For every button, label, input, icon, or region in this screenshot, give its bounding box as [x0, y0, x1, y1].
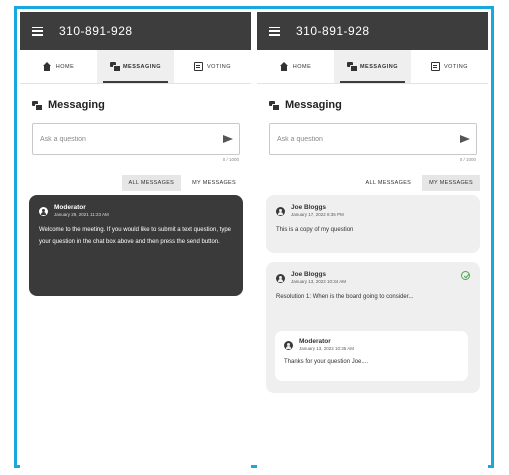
section-title-text: Messaging	[48, 99, 105, 111]
message-card: Joe Bloggs January 17, 2022 8:35 PM This…	[266, 195, 480, 253]
left-phone-screen: 310-891-928 HOME MESSAGING VOTING Messag…	[20, 12, 251, 470]
tab-home[interactable]: HOME	[257, 50, 334, 83]
section-title: Messaging	[257, 84, 488, 114]
reply-author: Moderator	[299, 338, 331, 345]
ask-question-input[interactable]	[40, 135, 210, 143]
character-counter: 0 / 1000	[459, 157, 476, 162]
message-text: Resolution 1: When is the board going to…	[276, 294, 414, 300]
reply-header: Moderator January 13, 2022 10:35 AM	[284, 338, 459, 352]
phone-number: 310-891-928	[59, 24, 133, 38]
message-date: January 29, 2021 11:23 AM	[54, 212, 109, 217]
tab-home-label: HOME	[55, 63, 75, 70]
messaging-icon	[269, 100, 280, 111]
voting-icon	[430, 62, 440, 71]
message-header: Joe Bloggs January 17, 2022 8:35 PM	[276, 204, 470, 218]
hamburger-menu-icon[interactable]	[32, 26, 43, 36]
top-bar: 310-891-928	[257, 12, 488, 50]
reply-text: Thanks for your question Joe....	[284, 359, 369, 365]
ask-question-box	[269, 123, 477, 155]
message-filters: ALL MESSAGES MY MESSAGES	[257, 175, 488, 191]
nav-tabs: HOME MESSAGING VOTING	[257, 50, 488, 84]
answered-check-icon	[461, 271, 470, 280]
user-avatar-icon	[39, 207, 48, 216]
home-icon	[42, 62, 52, 71]
moderator-avatar-icon	[284, 341, 293, 350]
message-author: Moderator	[54, 204, 86, 211]
send-icon[interactable]	[223, 134, 233, 144]
tab-home[interactable]: HOME	[20, 50, 97, 83]
message-date: January 13, 2022 10:34 AM	[291, 279, 347, 284]
tab-home-label: HOME	[292, 63, 312, 70]
messaging-icon	[32, 100, 43, 111]
right-phone-screen: 310-891-928 HOME MESSAGING VOTING Messag…	[257, 12, 488, 470]
screenshot-frame: 310-891-928 HOME MESSAGING VOTING Messag…	[14, 6, 494, 470]
tab-messaging-label: MESSAGING	[359, 63, 399, 70]
user-avatar-icon	[276, 274, 285, 283]
phone-number: 310-891-928	[296, 24, 370, 38]
message-text: This is a copy of my question	[276, 227, 354, 233]
ask-question-input[interactable]	[277, 135, 447, 143]
filter-my-messages[interactable]: MY MESSAGES	[422, 175, 480, 191]
tab-messaging[interactable]: MESSAGING	[334, 50, 411, 83]
message-card: Moderator January 29, 2021 11:23 AM Welc…	[29, 195, 243, 296]
tab-voting-label: VOTING	[443, 63, 469, 70]
message-author: Joe Bloggs	[291, 271, 327, 278]
hamburger-menu-icon[interactable]	[269, 26, 280, 36]
tab-voting[interactable]: VOTING	[411, 50, 488, 83]
messaging-icon	[109, 62, 121, 72]
section-title-text: Messaging	[285, 99, 342, 111]
message-header: Joe Bloggs January 13, 2022 10:34 AM	[276, 271, 470, 285]
home-icon	[279, 62, 289, 71]
filter-all-messages[interactable]: ALL MESSAGES	[359, 175, 419, 191]
nav-tabs: HOME MESSAGING VOTING	[20, 50, 251, 84]
voting-icon	[193, 62, 203, 71]
filter-my-messages[interactable]: MY MESSAGES	[185, 175, 243, 191]
character-counter: 0 / 1000	[222, 157, 239, 162]
message-header: Moderator January 29, 2021 11:23 AM	[39, 204, 233, 218]
tab-messaging[interactable]: MESSAGING	[97, 50, 174, 83]
tab-voting[interactable]: VOTING	[174, 50, 251, 83]
moderator-reply: Moderator January 13, 2022 10:35 AM Than…	[275, 331, 468, 381]
message-filters: ALL MESSAGES MY MESSAGES	[20, 175, 251, 191]
message-date: January 17, 2022 8:35 PM	[291, 212, 344, 217]
section-title: Messaging	[20, 84, 251, 114]
messaging-icon	[346, 62, 358, 72]
ask-question-box	[32, 123, 240, 155]
tab-messaging-label: MESSAGING	[122, 63, 162, 70]
reply-date: January 13, 2022 10:35 AM	[299, 346, 355, 351]
top-bar: 310-891-928	[20, 12, 251, 50]
send-icon[interactable]	[460, 134, 470, 144]
tab-voting-label: VOTING	[206, 63, 232, 70]
user-avatar-icon	[276, 207, 285, 216]
filter-all-messages[interactable]: ALL MESSAGES	[121, 175, 182, 191]
message-card: Joe Bloggs January 13, 2022 10:34 AM Res…	[266, 262, 480, 393]
message-text: Welcome to the meeting. If you would lik…	[39, 227, 231, 245]
message-author: Joe Bloggs	[291, 204, 327, 211]
